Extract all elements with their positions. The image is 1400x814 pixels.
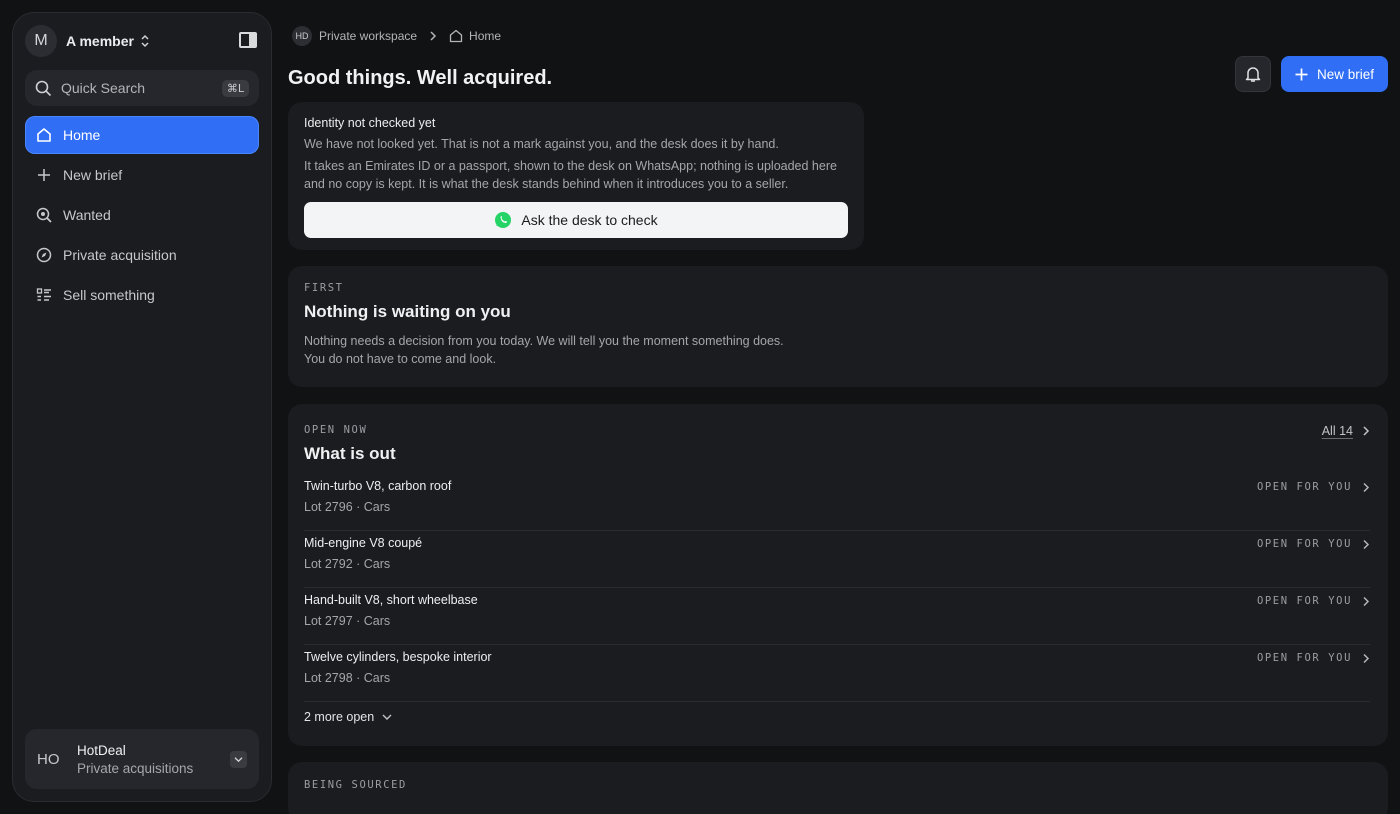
chevron-right-icon <box>430 31 437 41</box>
open-now-card: OPEN NOW What is out All 14 Twin-turbo V… <box>288 404 1388 746</box>
search-zoom-icon <box>36 207 52 223</box>
sidebar-item-label: Wanted <box>63 207 111 223</box>
lot-status: OPEN FOR YOU <box>1256 538 1352 550</box>
org-text: HotDeal Private acquisitions <box>77 743 230 776</box>
first-card: FIRST Nothing is waiting on you Nothing … <box>288 266 1388 387</box>
home-icon <box>37 128 51 142</box>
identity-text-2: It takes an Emirates ID or a passport, s… <box>304 159 837 191</box>
section-eyebrow: OPEN NOW <box>304 424 368 436</box>
workspace-badge: HD <box>292 26 312 46</box>
shortcut-badge: ⌘L <box>221 79 249 97</box>
identity-title: Identity not checked yet <box>304 116 436 130</box>
org-name: HotDeal <box>77 742 126 758</box>
member-switcher[interactable]: M A member <box>25 25 150 57</box>
section-title: What is out <box>304 444 396 463</box>
sidebar-item-label: Private acquisition <box>63 247 177 263</box>
org-subtitle: Private acquisitions <box>77 760 194 776</box>
lot-list: Twin-turbo V8, carbon roof Lot 2796 · Ca… <box>304 474 1370 702</box>
lot-meta: Lot 2797 · Cars <box>304 614 391 628</box>
sidebar-item-new-brief[interactable]: New brief <box>25 156 259 194</box>
sidebar-item-label: Sell something <box>63 287 155 303</box>
section-eyebrow: FIRST <box>304 282 344 294</box>
show-more-label: 2 more open <box>304 710 375 724</box>
lot-row[interactable]: Twin-turbo V8, carbon roof Lot 2796 · Ca… <box>304 474 1370 531</box>
lot-row[interactable]: Mid-engine V8 coupé Lot 2792 · Cars OPEN… <box>304 531 1370 588</box>
ask-desk-label: Ask the desk to check <box>521 212 658 228</box>
notifications-button[interactable] <box>1235 56 1271 92</box>
sidebar-item-home[interactable]: Home <box>25 116 259 154</box>
lot-name: Twin-turbo V8, carbon roof <box>304 479 452 493</box>
org-switcher[interactable]: HO HotDeal Private acquisitions <box>25 729 259 789</box>
home-icon <box>449 29 463 43</box>
sidebar-toggle-icon[interactable] <box>239 32 257 48</box>
member-name: A member <box>66 33 134 49</box>
quick-search[interactable]: Quick Search ⌘L <box>25 70 259 106</box>
all-lots-label: All 14 <box>1321 424 1353 438</box>
new-brief-button[interactable]: New brief <box>1281 56 1388 92</box>
page-title: Good things. Well acquired. <box>288 67 553 89</box>
sidebar: M A member Quick Search ⌘L Home New brie… <box>12 12 272 802</box>
section-eyebrow: BEING SOURCED <box>304 779 407 791</box>
lot-row[interactable]: Twelve cylinders, bespoke interior Lot 2… <box>304 645 1370 702</box>
sidebar-item-label: New brief <box>63 167 123 183</box>
chevron-down-icon[interactable] <box>230 750 247 768</box>
chevron-right-icon <box>1363 653 1370 664</box>
breadcrumb-page: Home <box>469 29 502 43</box>
compass-icon <box>36 247 52 263</box>
breadcrumb: HD Private workspace Home <box>292 25 501 47</box>
avatar: M <box>25 25 57 57</box>
lot-name: Twelve cylinders, bespoke interior <box>304 650 492 664</box>
breadcrumb-workspace[interactable]: Private workspace <box>319 29 417 43</box>
sidebar-nav: Home New brief Wanted Private acquisitio… <box>25 116 259 316</box>
whatsapp-icon <box>495 212 512 228</box>
sidebar-item-wanted[interactable]: Wanted <box>25 196 259 234</box>
lot-status: OPEN FOR YOU <box>1256 481 1352 493</box>
list-icon <box>36 288 51 301</box>
search-icon <box>35 80 52 96</box>
sidebar-item-private-acquisition[interactable]: Private acquisition <box>25 236 259 274</box>
all-lots-link[interactable]: All 14 <box>1322 424 1370 438</box>
plus-icon <box>1295 68 1308 80</box>
org-avatar: HO <box>37 750 60 768</box>
search-label: Quick Search <box>61 80 146 96</box>
section-title: Nothing is waiting on you <box>304 302 511 321</box>
identity-card: Identity not checked yet We have not loo… <box>288 102 864 250</box>
chevron-right-icon <box>1363 596 1370 607</box>
chevron-right-icon <box>1363 426 1370 436</box>
plus-icon <box>38 169 50 181</box>
chevron-down-icon <box>382 714 392 720</box>
section-description: Nothing needs a decision from you today.… <box>304 334 784 366</box>
show-more-button[interactable]: 2 more open <box>304 710 392 724</box>
lot-status: OPEN FOR YOU <box>1256 595 1352 607</box>
lot-name: Hand-built V8, short wheelbase <box>304 593 478 607</box>
chevron-right-icon <box>1363 482 1370 493</box>
ask-desk-button[interactable]: Ask the desk to check <box>304 202 848 238</box>
identity-text-1: We have not looked yet. That is not a ma… <box>304 137 779 151</box>
sidebar-item-sell-something[interactable]: Sell something <box>25 276 259 314</box>
lot-meta: Lot 2792 · Cars <box>304 557 391 571</box>
bell-icon <box>1245 67 1261 82</box>
chevron-up-down-icon <box>141 34 149 48</box>
sidebar-item-label: Home <box>63 127 101 143</box>
lot-meta: Lot 2796 · Cars <box>304 500 391 514</box>
new-brief-label: New brief <box>1316 66 1375 82</box>
lot-row[interactable]: Hand-built V8, short wheelbase Lot 2797 … <box>304 588 1370 645</box>
being-sourced-card: BEING SOURCED <box>288 762 1388 814</box>
lot-status: OPEN FOR YOU <box>1256 652 1352 664</box>
chevron-right-icon <box>1363 539 1370 550</box>
lot-name: Mid-engine V8 coupé <box>304 536 423 550</box>
lot-meta: Lot 2798 · Cars <box>304 671 391 685</box>
